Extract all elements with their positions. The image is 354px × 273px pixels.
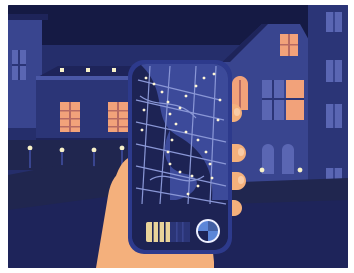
night-city-phone-illustration	[8, 5, 348, 268]
slider-icon[interactable]	[146, 222, 190, 242]
compass-icon[interactable]	[196, 219, 220, 243]
lit-window	[60, 102, 80, 132]
scene-group	[8, 5, 348, 268]
illustration-frame	[0, 0, 354, 273]
lit-window	[108, 102, 128, 132]
phone	[128, 60, 232, 254]
